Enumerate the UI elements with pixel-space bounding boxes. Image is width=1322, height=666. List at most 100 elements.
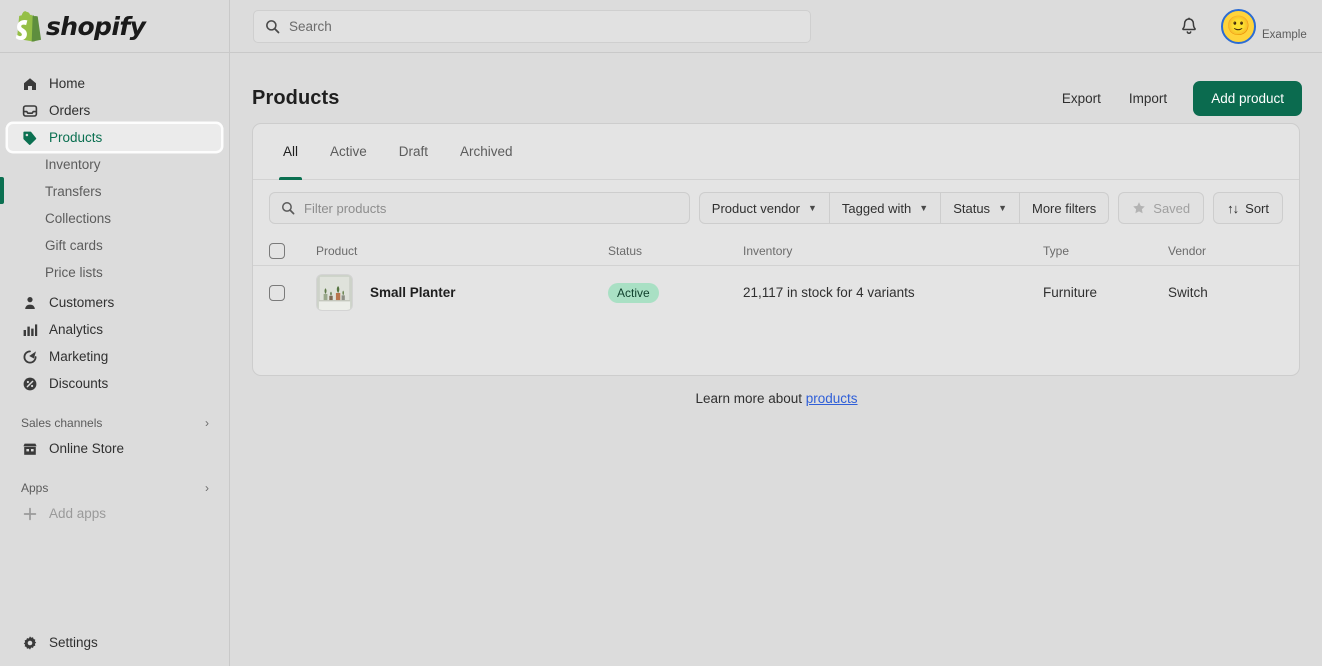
sidebar-section-sales-channels[interactable]: Sales channels › (8, 411, 221, 435)
export-button[interactable]: Export (1048, 83, 1115, 114)
sort-button[interactable]: ↑↓ Sort (1213, 192, 1283, 224)
header-actions: Export Import Add product (1048, 80, 1302, 116)
active-indicator-bar (0, 177, 4, 204)
search-icon (266, 20, 280, 34)
tag-icon (21, 129, 38, 146)
home-icon (21, 75, 38, 92)
page-header: Products Export Import Add product (252, 73, 1302, 123)
analytics-icon (21, 321, 38, 338)
avatar[interactable]: 🙂 (1221, 9, 1256, 44)
tab-label: All (283, 144, 299, 159)
sidebar-label: Marketing (49, 349, 109, 364)
account-name: Example (1262, 29, 1307, 41)
sidebar-item-inventory[interactable]: Inventory (8, 151, 221, 178)
sidebar-label: Gift cards (45, 238, 103, 253)
filter-label: Status (953, 200, 991, 216)
product-thumbnail (316, 274, 353, 311)
sidebar-item-add-apps[interactable]: Add apps (8, 500, 221, 527)
filter-more-filters[interactable]: More filters (1019, 192, 1110, 224)
sidebar-item-customers[interactable]: Customers (8, 289, 221, 316)
col-product: Product (316, 243, 358, 258)
col-status: Status (608, 243, 643, 258)
notifications-button[interactable] (1176, 13, 1202, 39)
filter-products-input[interactable]: Filter products (269, 192, 690, 224)
top-bar: shopify Search 🙂 Example (0, 0, 1322, 53)
tab-all[interactable]: All (267, 124, 314, 180)
status-cell: Active (608, 282, 743, 303)
saved-filters-button[interactable]: Saved (1118, 192, 1205, 224)
sidebar-label: Products (49, 130, 103, 145)
row-checkbox[interactable] (269, 284, 285, 301)
shopify-logo[interactable]: shopify (0, 0, 230, 53)
sort-arrows-icon: ↑↓ (1227, 200, 1239, 216)
shopify-wordmark: shopify (46, 11, 146, 41)
select-all-cell[interactable] (269, 242, 316, 259)
sidebar-item-settings[interactable]: Settings (8, 629, 222, 656)
select-all-checkbox[interactable] (269, 242, 285, 259)
main-content: Products Export Import Add product All A… (231, 53, 1322, 666)
avatar-emoji: 🙂 (1226, 16, 1251, 37)
status-badge: Active (608, 282, 659, 303)
chevron-down-icon: ▼ (998, 203, 1007, 213)
tab-archived[interactable]: Archived (444, 124, 529, 179)
sidebar-label: Settings (49, 635, 98, 650)
chevron-down-icon: ▼ (919, 203, 929, 213)
filter-status[interactable]: Status ▼ (941, 192, 1020, 224)
section-label: Sales channels (21, 416, 103, 430)
products-help-link[interactable]: products (806, 391, 858, 406)
sidebar-item-analytics[interactable]: Analytics (8, 316, 221, 343)
plus-icon (21, 505, 38, 522)
product-name[interactable]: Small Planter (370, 285, 456, 300)
gear-icon (21, 634, 38, 651)
orders-icon (21, 102, 38, 119)
filter-button-group: Product vendor ▼ Tagged with ▼ Status ▼ … (698, 192, 1110, 224)
filter-products-placeholder: Filter products (304, 200, 387, 216)
sidebar-item-home[interactable]: Home (8, 70, 221, 97)
sidebar-item-price-lists[interactable]: Price lists (8, 259, 221, 286)
sidebar-label: Home (49, 76, 86, 91)
filter-tagged-with[interactable]: Tagged with ▼ (829, 192, 942, 224)
bell-icon (1182, 17, 1196, 34)
sidebar-item-discounts[interactable]: Discounts (8, 370, 221, 397)
sidebar-item-marketing[interactable]: Marketing (8, 343, 221, 370)
learn-more-prefix: Learn more about (695, 391, 806, 406)
tab-label: Archived (460, 144, 513, 159)
global-search-input[interactable]: Search (253, 10, 811, 43)
add-product-button[interactable]: Add product (1193, 80, 1302, 116)
col-vendor: Vendor (1168, 243, 1207, 258)
filter-bar: Filter products Product vendor ▼ Tagged … (253, 180, 1299, 236)
sidebar-item-transfers[interactable]: Transfers (8, 178, 221, 205)
tab-active[interactable]: Active (314, 124, 383, 179)
tab-draft[interactable]: Draft (383, 124, 444, 179)
sidebar-label: Transfers (45, 184, 102, 199)
sidebar-label: Customers (49, 295, 115, 310)
sidebar-label: Discounts (49, 376, 109, 391)
sidebar-item-orders[interactable]: Orders (8, 97, 221, 124)
filter-product-vendor[interactable]: Product vendor ▼ (698, 192, 830, 224)
chevron-down-icon: ▼ (807, 203, 817, 213)
search-icon (282, 202, 295, 215)
discounts-icon (21, 375, 38, 392)
sidebar-item-gift-cards[interactable]: Gift cards (8, 232, 221, 259)
col-type: Type (1043, 243, 1070, 258)
import-button[interactable]: Import (1115, 83, 1181, 114)
tab-label: Active (330, 144, 367, 159)
filter-label: Product vendor (711, 200, 800, 216)
store-icon (21, 440, 38, 457)
section-label: Apps (21, 481, 49, 495)
table-row[interactable]: Small Planter Active 21,117 in stock for… (253, 266, 1299, 319)
sidebar-item-collections[interactable]: Collections (8, 205, 221, 232)
table-header-row: Product Status Inventory Type Vendor (253, 236, 1299, 266)
sidebar-section-apps[interactable]: Apps › (8, 476, 221, 500)
sidebar-label: Price lists (45, 265, 103, 280)
sort-label: Sort (1245, 200, 1269, 216)
planter-photo (317, 275, 352, 310)
sidebar-item-products[interactable]: Products (8, 124, 221, 151)
filter-label: Tagged with (841, 200, 912, 216)
sidebar: Home Orders Products Inventory Transfers… (0, 53, 230, 666)
star-icon (1133, 202, 1146, 214)
sidebar-label: Online Store (49, 441, 125, 456)
row-select-cell[interactable] (269, 284, 316, 301)
learn-more-text: Learn more about products (231, 391, 1322, 406)
sidebar-item-online-store[interactable]: Online Store (8, 435, 221, 462)
